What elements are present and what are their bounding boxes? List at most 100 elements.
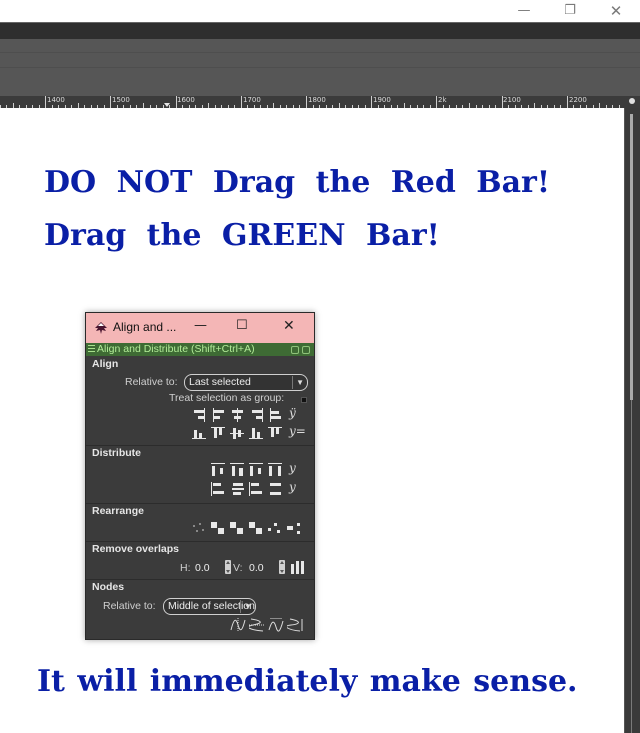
align-left-to-right-anchor-icon[interactable] [268, 408, 284, 422]
align-heading: Align [92, 358, 119, 370]
center-vertical-axis-icon[interactable] [230, 408, 246, 422]
ruler-label: 2200 [569, 96, 587, 104]
align-right-edges-icon[interactable] [249, 408, 265, 422]
distribute-centers-horizontal-icon[interactable] [230, 463, 246, 477]
distribute-baseline-vertical-icon[interactable]: y [287, 480, 303, 496]
align-right-to-left-anchor-icon[interactable] [192, 408, 208, 422]
distribute-left-edges-icon[interactable] [211, 463, 227, 477]
ruler-label: 1800 [308, 96, 326, 104]
scrollbar-thumb[interactable] [630, 114, 633, 400]
align-baseline-text-icon[interactable]: ÿ [287, 406, 303, 422]
align-nodes-vertical-icon[interactable] [248, 617, 265, 632]
vertical-scrollbar[interactable] [624, 108, 640, 733]
dialog-close-button[interactable]: ✕ [283, 318, 295, 334]
ruler-label: 1600 [177, 96, 195, 104]
window-title-bar: — ❐ ✕ [0, 0, 640, 22]
distribute-heading: Distribute [92, 447, 142, 459]
treat-as-group-label: Treat selection as group: [169, 392, 285, 404]
distribute-bottom-edges-icon[interactable] [249, 482, 265, 496]
ruler-label: 2k [438, 96, 447, 104]
lock-guides-icon [629, 98, 635, 104]
overlap-v-stepper[interactable] [279, 560, 285, 574]
instruction-text-line3: It will immediately make sense. [37, 664, 578, 699]
section-divider [86, 445, 314, 446]
align-relative-value: Last selected [189, 376, 251, 388]
align-bottom-to-top-anchor-icon[interactable] [192, 426, 208, 440]
ruler-tick [241, 96, 242, 108]
ruler-tick [45, 96, 46, 108]
dock-title: Align and Distribute (Shift+Ctrl+A) [97, 343, 255, 355]
rearrange-heading: Rearrange [92, 505, 144, 517]
ruler-tick [567, 96, 568, 108]
toolbar-area [0, 39, 640, 96]
distribute-nodes-vertical-icon[interactable] [286, 617, 303, 632]
distribute-top-edges-icon[interactable] [211, 482, 227, 496]
align-bottom-edges-icon[interactable] [249, 426, 265, 440]
distribute-centers-vertical-icon[interactable] [230, 482, 246, 496]
align-distribute-dialog: Align and ... — ☐ ✕ Align and Distribute… [85, 312, 315, 640]
remove-overlaps-button[interactable] [291, 560, 307, 574]
treat-as-group-checkbox[interactable] [301, 397, 307, 403]
ruler-tick [306, 96, 307, 108]
ruler-label: 1900 [373, 96, 391, 104]
align-baseline-anchors-icon[interactable]: y= [287, 424, 306, 440]
exchange-selection-order-icon[interactable] [210, 521, 226, 535]
toolbar-divider [0, 52, 640, 53]
nodes-row [230, 617, 303, 632]
window-close-button[interactable]: ✕ [593, 0, 639, 22]
scrollbar-rail [631, 400, 632, 733]
align-top-to-bottom-anchor-icon[interactable] [268, 426, 284, 440]
nodes-relative-value: Middle of selection [168, 600, 255, 612]
ruler-label: 1700 [243, 96, 261, 104]
exchange-positions-icon[interactable] [286, 521, 302, 535]
distribute-nodes-horizontal-icon[interactable] [268, 617, 284, 632]
nodes-heading: Nodes [92, 581, 125, 593]
section-divider [86, 503, 314, 504]
ruler-corner[interactable] [624, 96, 640, 108]
distribute-gaps-vertical-icon[interactable] [268, 482, 284, 496]
exchange-clockwise-icon[interactable] [248, 521, 264, 535]
section-divider [86, 579, 314, 580]
overlap-h-stepper[interactable] [225, 560, 231, 574]
unclump-icon[interactable] [191, 521, 207, 535]
dock-iconify-icon[interactable] [291, 346, 299, 354]
distribute-right-edges-icon[interactable] [249, 463, 265, 477]
dialog-title-bar-red[interactable]: Align and ... — ☐ ✕ [86, 313, 314, 343]
align-relative-select[interactable]: Last selected ▼ [184, 374, 308, 391]
distribute-vertical-row: y [211, 480, 303, 496]
align-left-edges-icon[interactable] [211, 408, 227, 422]
randomize-centers-icon[interactable] [267, 521, 283, 535]
overlap-h-label: H: [180, 562, 191, 574]
ruler-tick [371, 96, 372, 108]
distribute-gaps-horizontal-icon[interactable] [268, 463, 284, 477]
align-vertical-row: y= [192, 424, 306, 440]
dialog-minimize-button[interactable]: — [194, 318, 207, 333]
dialog-maximize-button[interactable]: ☐ [236, 318, 248, 333]
combo-separator [292, 376, 293, 389]
nodes-relative-select[interactable]: Middle of selection ▼ [163, 598, 256, 615]
instruction-text-line2: Drag the GREEN Bar! [44, 218, 440, 253]
align-relative-label: Relative to: [125, 376, 178, 388]
overlap-v-input[interactable]: 0.0 [249, 562, 264, 574]
center-horizontal-axis-icon[interactable] [230, 426, 246, 440]
align-top-edges-icon[interactable] [211, 426, 227, 440]
distribute-horizontal-row: y [211, 461, 303, 477]
distribute-baseline-horizontal-icon[interactable]: y [287, 461, 303, 477]
ruler-position-marker [164, 103, 170, 107]
align-nodes-horizontal-icon[interactable] [230, 617, 246, 632]
overlap-h-input[interactable]: 0.0 [195, 562, 210, 574]
dock-close-icon[interactable] [302, 346, 310, 354]
chevron-down-icon: ▼ [244, 602, 252, 611]
overlap-v-label: V: [233, 562, 243, 574]
chevron-down-icon: ▼ [296, 378, 304, 387]
menu-strip [0, 22, 640, 39]
ruler-label: 1500 [112, 96, 130, 104]
window-minimize-button[interactable]: — [501, 0, 547, 22]
exchange-z-order-icon[interactable] [229, 521, 245, 535]
drag-grip-icon[interactable] [88, 345, 95, 354]
horizontal-ruler[interactable]: 1400 1500 1600 1700 1800 1900 2k 2100 2200 [0, 96, 624, 108]
rearrange-row [191, 521, 302, 535]
dock-header-green-bar[interactable]: Align and Distribute (Shift+Ctrl+A) [86, 343, 314, 356]
window-restore-button[interactable]: ❐ [547, 0, 593, 22]
inkscape-logo-icon [95, 322, 107, 334]
